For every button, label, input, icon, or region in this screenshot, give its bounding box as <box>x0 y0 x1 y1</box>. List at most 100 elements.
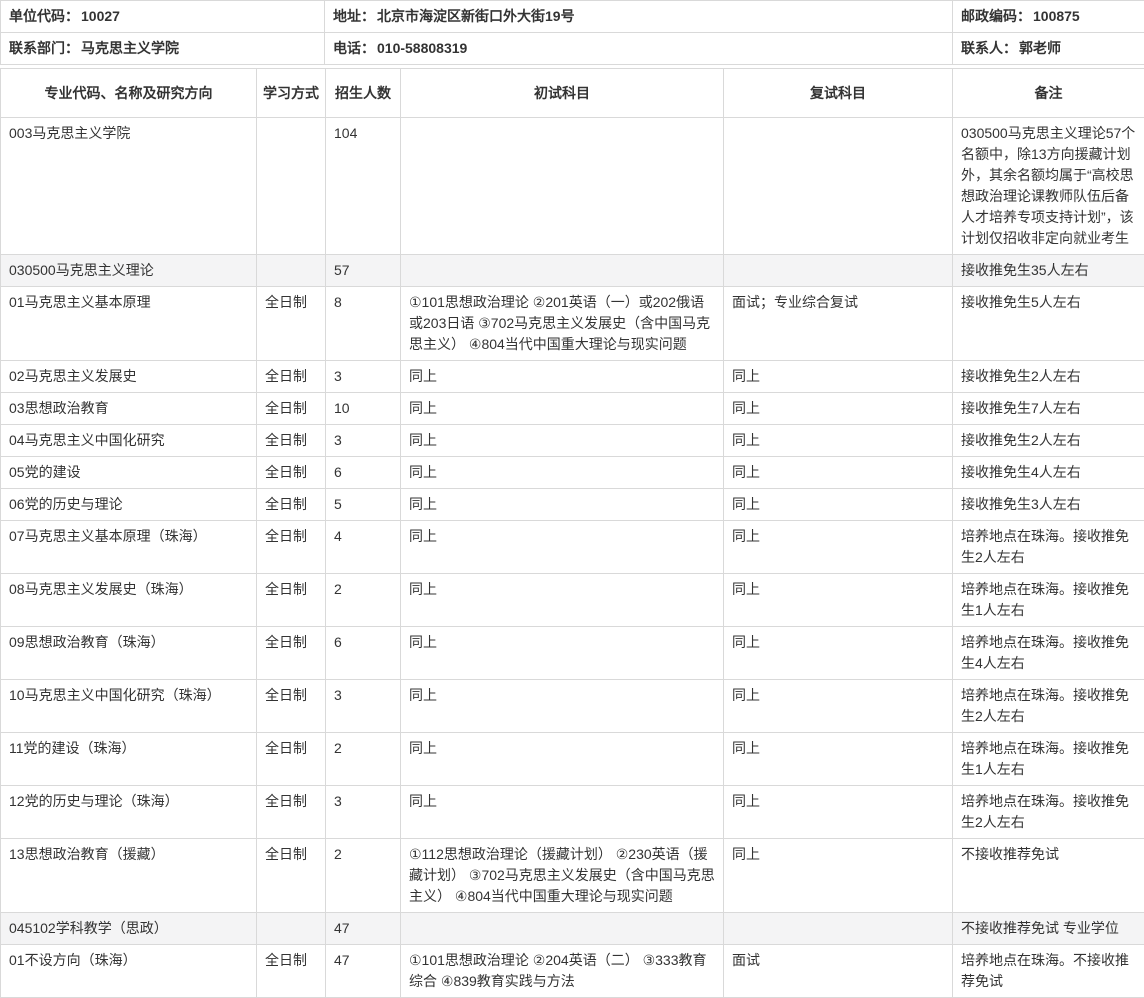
cell-remark: 培养地点在珠海。接收推免生1人左右 <box>953 574 1144 627</box>
cell-retest: 同上 <box>724 786 953 839</box>
cell-enrollment: 10 <box>326 393 401 425</box>
table-body: 003马克思主义学院 104 030500马克思主义理论57个名额中，除13方向… <box>1 118 1144 998</box>
cell-initial-exam: 同上 <box>401 786 724 839</box>
cell-remark: 接收推免生3人左右 <box>953 489 1144 521</box>
postcode-value: 100875 <box>1033 8 1080 24</box>
contact-info-table: 单位代码：10027 地址：北京市海淀区新街口外大街19号 邮政编码：10087… <box>0 0 1144 65</box>
cell-study-mode: 全日制 <box>257 393 326 425</box>
cell-initial-exam: ①101思想政治理论 ②204英语（二） ③333教育综合 ④839教育实践与方… <box>401 945 724 998</box>
cell-study-mode: 全日制 <box>257 287 326 361</box>
cell-retest: 同上 <box>724 574 953 627</box>
cell-study-mode: 全日制 <box>257 489 326 521</box>
cell-initial-exam: 同上 <box>401 627 724 680</box>
address-cell: 地址：北京市海淀区新街口外大街19号 <box>325 1 953 33</box>
table-row: 01不设方向（珠海） 全日制 47 ①101思想政治理论 ②204英语（二） ③… <box>1 945 1144 998</box>
phone-value: 010-58808319 <box>377 40 467 56</box>
cell-program-name: 05党的建设 <box>1 457 257 489</box>
address-label: 地址： <box>333 8 375 24</box>
contact-info-row-1: 单位代码：10027 地址：北京市海淀区新街口外大街19号 邮政编码：10087… <box>1 1 1144 33</box>
cell-initial-exam: 同上 <box>401 393 724 425</box>
cell-enrollment: 6 <box>326 627 401 680</box>
cell-enrollment: 2 <box>326 574 401 627</box>
table-row: 02马克思主义发展史 全日制 3 同上 同上 接收推免生2人左右 <box>1 361 1144 393</box>
cell-enrollment: 5 <box>326 489 401 521</box>
column-header-enrollment: 招生人数 <box>326 69 401 118</box>
table-row: 10马克思主义中国化研究（珠海） 全日制 3 同上 同上 培养地点在珠海。接收推… <box>1 680 1144 733</box>
table-row: 06党的历史与理论 全日制 5 同上 同上 接收推免生3人左右 <box>1 489 1144 521</box>
cell-remark: 接收推免生2人左右 <box>953 425 1144 457</box>
cell-study-mode: 全日制 <box>257 786 326 839</box>
cell-initial-exam <box>401 118 724 255</box>
cell-program-name: 045102学科教学（思政） <box>1 913 257 945</box>
cell-remark: 培养地点在珠海。接收推免生4人左右 <box>953 627 1144 680</box>
cell-retest: 同上 <box>724 521 953 574</box>
cell-study-mode: 全日制 <box>257 627 326 680</box>
cell-remark: 接收推免生2人左右 <box>953 361 1144 393</box>
cell-program-name: 003马克思主义学院 <box>1 118 257 255</box>
cell-retest <box>724 118 953 255</box>
cell-retest: 同上 <box>724 733 953 786</box>
cell-remark: 030500马克思主义理论57个名额中，除13方向援藏计划外，其余名额均属于“高… <box>953 118 1144 255</box>
department-value: 马克思主义学院 <box>81 40 179 56</box>
table-row: 13思想政治教育（援藏） 全日制 2 ①112思想政治理论（援藏计划） ②230… <box>1 839 1144 913</box>
cell-program-name: 08马克思主义发展史（珠海） <box>1 574 257 627</box>
table-row: 003马克思主义学院 104 030500马克思主义理论57个名额中，除13方向… <box>1 118 1144 255</box>
cell-retest <box>724 913 953 945</box>
cell-program-name: 02马克思主义发展史 <box>1 361 257 393</box>
cell-remark: 接收推免生35人左右 <box>953 255 1144 287</box>
cell-enrollment: 57 <box>326 255 401 287</box>
table-row: 03思想政治教育 全日制 10 同上 同上 接收推免生7人左右 <box>1 393 1144 425</box>
cell-enrollment: 3 <box>326 361 401 393</box>
cell-enrollment: 2 <box>326 733 401 786</box>
cell-program-name: 01不设方向（珠海） <box>1 945 257 998</box>
cell-program-name: 13思想政治教育（援藏） <box>1 839 257 913</box>
cell-retest: 同上 <box>724 457 953 489</box>
column-header-program: 专业代码、名称及研究方向 <box>1 69 257 118</box>
column-header-initial-exam: 初试科目 <box>401 69 724 118</box>
cell-retest: 面试 <box>724 945 953 998</box>
table-row: 05党的建设 全日制 6 同上 同上 接收推免生4人左右 <box>1 457 1144 489</box>
unit-code-cell: 单位代码：10027 <box>1 1 325 33</box>
admissions-page: 单位代码：10027 地址：北京市海淀区新街口外大街19号 邮政编码：10087… <box>0 0 1144 998</box>
cell-retest: 同上 <box>724 680 953 733</box>
table-row: 01马克思主义基本原理 全日制 8 ①101思想政治理论 ②201英语（一）或2… <box>1 287 1144 361</box>
cell-program-name: 01马克思主义基本原理 <box>1 287 257 361</box>
cell-retest: 同上 <box>724 361 953 393</box>
cell-retest: 同上 <box>724 393 953 425</box>
cell-initial-exam: 同上 <box>401 489 724 521</box>
cell-enrollment: 3 <box>326 786 401 839</box>
cell-program-name: 03思想政治教育 <box>1 393 257 425</box>
table-row: 09思想政治教育（珠海） 全日制 6 同上 同上 培养地点在珠海。接收推免生4人… <box>1 627 1144 680</box>
table-row: 030500马克思主义理论 57 接收推免生35人左右 <box>1 255 1144 287</box>
cell-enrollment: 8 <box>326 287 401 361</box>
cell-study-mode: 全日制 <box>257 945 326 998</box>
department-cell: 联系部门：马克思主义学院 <box>1 33 325 65</box>
column-header-remark: 备注 <box>953 69 1144 118</box>
cell-enrollment: 104 <box>326 118 401 255</box>
cell-study-mode: 全日制 <box>257 839 326 913</box>
cell-study-mode: 全日制 <box>257 574 326 627</box>
cell-study-mode: 全日制 <box>257 733 326 786</box>
unit-code-label: 单位代码： <box>9 8 79 24</box>
table-row: 08马克思主义发展史（珠海） 全日制 2 同上 同上 培养地点在珠海。接收推免生… <box>1 574 1144 627</box>
cell-study-mode: 全日制 <box>257 361 326 393</box>
cell-initial-exam: ①112思想政治理论（援藏计划） ②230英语（援藏计划） ③702马克思主义发… <box>401 839 724 913</box>
address-value: 北京市海淀区新街口外大街19号 <box>377 8 575 24</box>
column-header-study-mode: 学习方式 <box>257 69 326 118</box>
cell-study-mode: 全日制 <box>257 457 326 489</box>
cell-enrollment: 47 <box>326 945 401 998</box>
cell-remark: 接收推免生7人左右 <box>953 393 1144 425</box>
cell-enrollment: 47 <box>326 913 401 945</box>
cell-remark: 培养地点在珠海。接收推免生2人左右 <box>953 521 1144 574</box>
cell-retest: 面试；专业综合复试 <box>724 287 953 361</box>
unit-code-value: 10027 <box>81 8 120 24</box>
cell-program-name: 07马克思主义基本原理（珠海） <box>1 521 257 574</box>
cell-study-mode: 全日制 <box>257 521 326 574</box>
cell-program-name: 06党的历史与理论 <box>1 489 257 521</box>
column-header-retest: 复试科目 <box>724 69 953 118</box>
cell-initial-exam: 同上 <box>401 733 724 786</box>
contact-info-row-2: 联系部门：马克思主义学院 电话：010-58808319 联系人：郭老师 <box>1 33 1144 65</box>
cell-retest: 同上 <box>724 489 953 521</box>
cell-initial-exam: 同上 <box>401 680 724 733</box>
cell-retest: 同上 <box>724 839 953 913</box>
